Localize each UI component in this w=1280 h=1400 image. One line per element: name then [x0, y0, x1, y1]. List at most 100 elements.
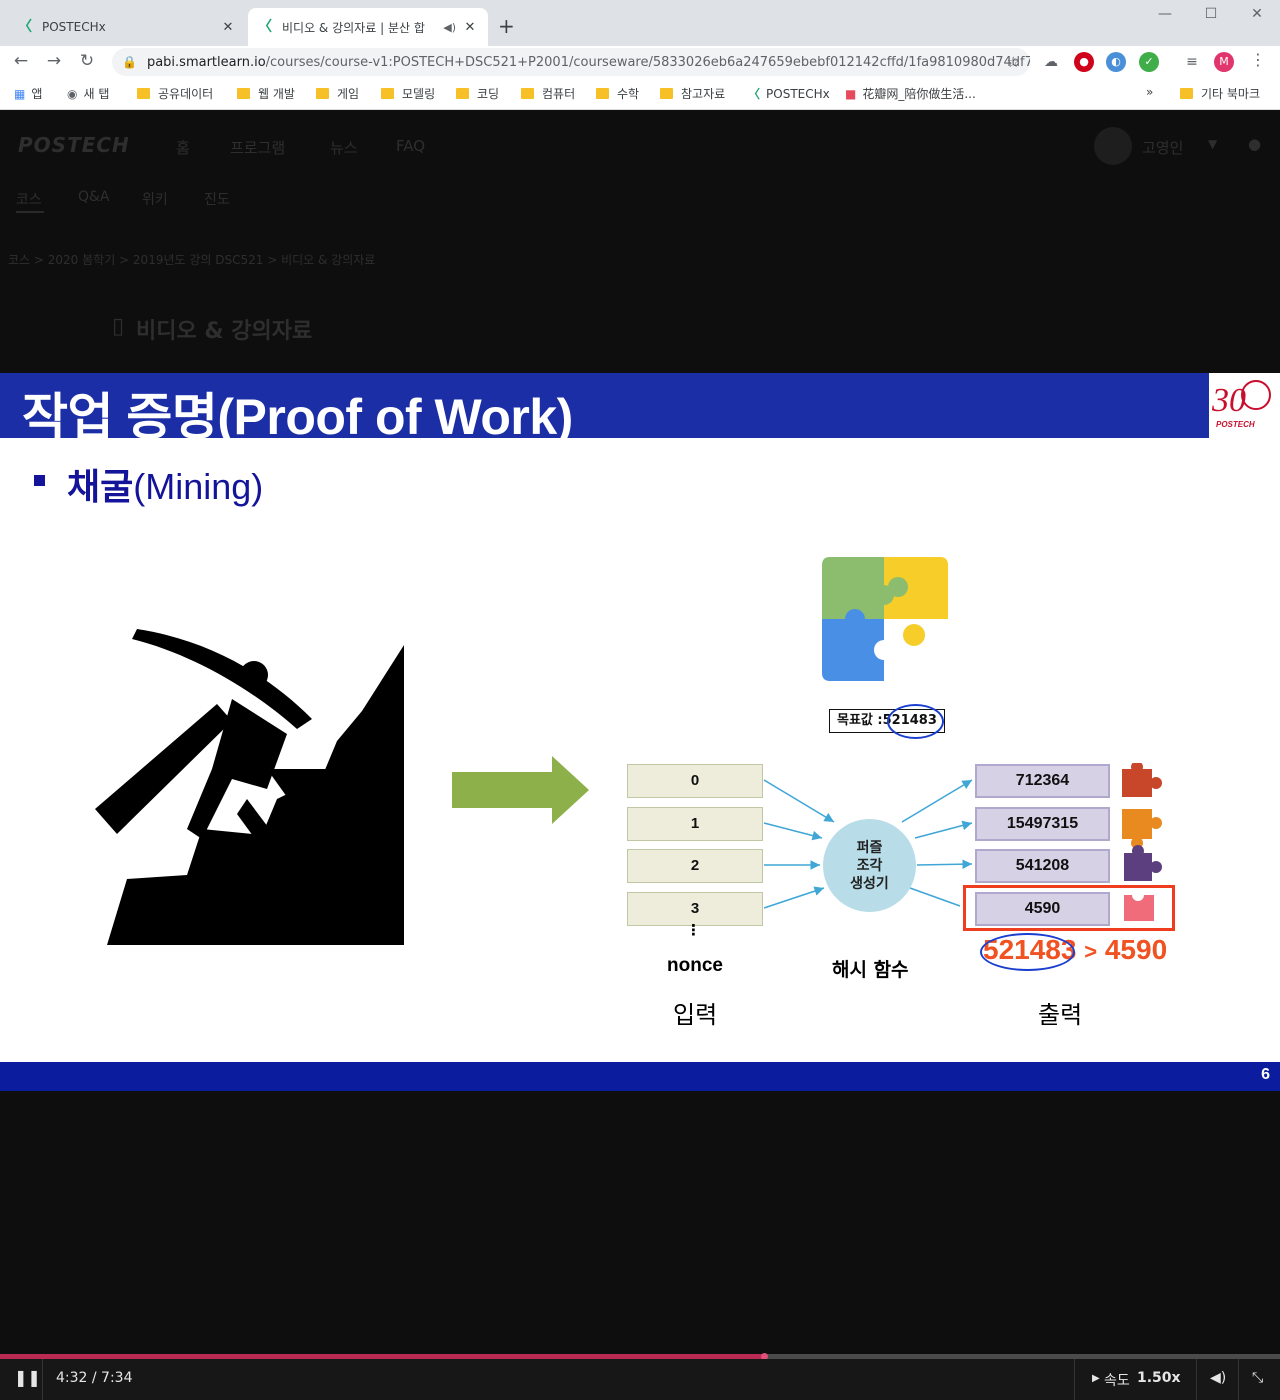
bookmark-newtab[interactable]: ◉ 새 탭 [67, 85, 109, 102]
overflow-chevron-icon: » [1146, 85, 1154, 99]
pause-icon[interactable]: ❚❚ [14, 1368, 41, 1387]
hash-node-line: 퍼즐 [856, 840, 883, 856]
bookmark-folder[interactable]: 공유데이터 [137, 85, 213, 102]
nav-news[interactable]: 뉴스 [330, 137, 358, 158]
bookmark-postechx[interactable]: 〈 POSTECHx [748, 85, 830, 102]
extension-icon[interactable]: ◐ [1106, 52, 1126, 72]
bookmark-folder[interactable]: 코딩 [456, 85, 499, 102]
bookmark-huaban[interactable]: ■ 花瓣网_陪你做生活... [845, 85, 976, 102]
user-avatar[interactable] [1094, 127, 1132, 165]
window-close-icon[interactable]: ✕ [1234, 6, 1280, 22]
bullet-bold: 채굴 [67, 466, 134, 507]
folder-icon [316, 88, 329, 99]
tab-qna[interactable]: Q&A [78, 189, 110, 205]
bullet-heading: 채굴(Mining) [67, 458, 263, 510]
ellipsis: ⋮ [686, 921, 701, 939]
tab-strip: 〈 POSTECHx ✕ 〈 비디오 & 강의자료 | 분산 합 ◀) ✕ + … [0, 0, 1280, 46]
postechx-favicon-icon: 〈 [258, 19, 272, 35]
postechx-favicon-icon: 〈 [748, 87, 761, 101]
hash-node-line: 생성기 [850, 876, 889, 892]
bookmarks-bar: ▦ 앱 ◉ 새 탭 공유데이터 웹 개발 게임 모델링 코딩 컴퓨터 수학 참고자료… [0, 78, 1280, 110]
control-divider [1238, 1359, 1239, 1400]
url-path: /courses/course-v1:POSTECH+DSC521+P2001/… [265, 54, 1030, 70]
chevron-down-icon[interactable]: ▼ [1208, 137, 1217, 151]
puzzle-icon [822, 557, 948, 681]
bookmark-label: 앱 [31, 87, 43, 101]
media-control-icon[interactable]: ≡ [1182, 52, 1202, 72]
tab-video-lecture[interactable]: 〈 비디오 & 강의자료 | 분산 합 ◀) ✕ [248, 8, 488, 46]
back-icon[interactable]: ← [10, 51, 32, 71]
user-name[interactable]: 고영인 [1142, 137, 1183, 158]
exit-fullscreen-icon[interactable]: ⤡ [1252, 1370, 1263, 1386]
control-divider [1196, 1359, 1197, 1400]
minimize-icon[interactable]: — [1142, 6, 1188, 22]
tab-title: 비디오 & 강의자료 | 분산 합 [282, 20, 425, 35]
close-tab-icon[interactable]: ✕ [462, 20, 478, 35]
address-bar[interactable]: 🔒 pabi.smartlearn.io /courses/course-v1:… [112, 48, 1030, 76]
tab-progress[interactable]: 진도 [204, 189, 230, 209]
help-icon[interactable]: ● [1248, 135, 1261, 153]
control-divider [1074, 1359, 1075, 1400]
tab-course[interactable]: 코스 [16, 189, 42, 209]
bookmark-folder[interactable]: 게임 [316, 85, 359, 102]
speed-value[interactable]: 1.50x [1137, 1370, 1181, 1386]
compare-operator: > [1084, 939, 1098, 964]
bookmarks-overflow-button[interactable]: » [1146, 85, 1153, 99]
volume-icon[interactable]: ◀) [1210, 1370, 1226, 1386]
speaker-icon[interactable]: ◀) [443, 21, 456, 34]
tab-wiki[interactable]: 위키 [142, 189, 168, 209]
apps-grid-icon: ▦ [14, 86, 26, 101]
nav-faq[interactable]: FAQ [396, 137, 425, 155]
bookmark-label: 새 탭 [83, 87, 110, 101]
hash-node-line: 조각 [856, 858, 883, 874]
profile-avatar[interactable]: M [1214, 52, 1234, 72]
reload-icon[interactable]: ↻ [76, 51, 98, 71]
speed-label[interactable]: 속도 [1104, 1370, 1130, 1390]
output-label: 출력 [1038, 1001, 1083, 1029]
active-tab-indicator [16, 211, 44, 213]
bookmark-folder[interactable]: 컴퓨터 [521, 85, 575, 102]
extension-icon[interactable]: ☁ [1041, 52, 1061, 72]
bookmark-other[interactable]: 기타 북마크 [1180, 85, 1260, 102]
nav-programs[interactable]: 프로그램 [230, 137, 285, 158]
slide-page-number: 6 [1261, 1066, 1270, 1083]
bookmark-folder[interactable]: 수학 [596, 85, 639, 102]
slide-title-bar: 작업 증명(Proof of Work) [0, 373, 1209, 445]
input-label: 입력 [673, 1001, 718, 1029]
tab-postechx[interactable]: 〈 POSTECHx ✕ [8, 8, 246, 46]
globe-icon: ◉ [67, 86, 78, 101]
bookmark-label: POSTECHx [766, 86, 830, 101]
forward-icon[interactable]: → [43, 51, 65, 71]
shield-icon[interactable]: ✓ [1139, 52, 1159, 72]
nonce-input-box: 0 [627, 764, 763, 798]
bookmark-star-icon[interactable]: ☆ [1007, 53, 1020, 71]
bookmark-folder[interactable]: 모델링 [381, 85, 435, 102]
bookmark-label: 기타 북마크 [1201, 87, 1261, 101]
maximize-icon[interactable]: ☐ [1188, 6, 1234, 22]
close-tab-icon[interactable]: ✕ [220, 20, 236, 35]
new-tab-button[interactable]: + [498, 14, 515, 38]
bookmark-ribbon-icon[interactable]: ▯ [112, 314, 124, 339]
browser-menu-icon[interactable]: ⋮ [1250, 50, 1266, 69]
huaban-icon: ■ [845, 86, 857, 101]
nav-home[interactable]: 홈 [176, 137, 190, 158]
extension-icon[interactable]: ● [1074, 52, 1094, 72]
bullet-marker [34, 475, 45, 486]
logo-caption: POSTECH [1216, 420, 1255, 429]
bookmark-apps[interactable]: ▦ 앱 [14, 85, 42, 102]
postechx-favicon-icon: 〈 [18, 19, 32, 35]
breadcrumb[interactable]: 코스 > 2020 봄학기 > 2019년도 강의 DSC521 > 비디오 &… [8, 251, 375, 268]
slide-title: 작업 증명(Proof of Work) [22, 389, 573, 445]
folder-icon [660, 88, 673, 99]
bookmark-label: 참고자료 [681, 87, 726, 101]
video-controls: ❚❚ 4:32 / 7:34 ▶ 속도 1.50x ◀) ⤡ [0, 1359, 1280, 1400]
bookmark-folder[interactable]: 웹 개발 [237, 85, 295, 102]
miner-pickaxe-icon [95, 629, 404, 945]
hash-output-box: 541208 [975, 849, 1110, 883]
video-slide[interactable]: 작업 증명(Proof of Work) 30 POSTECH 채굴(Minin… [0, 373, 1280, 1091]
nonce-label: nonce [667, 955, 723, 976]
right-arrow-icon [452, 756, 589, 824]
folder-icon [237, 88, 250, 99]
site-logo[interactable]: POSTECH [18, 133, 130, 157]
bookmark-folder[interactable]: 참고자료 [660, 85, 725, 102]
